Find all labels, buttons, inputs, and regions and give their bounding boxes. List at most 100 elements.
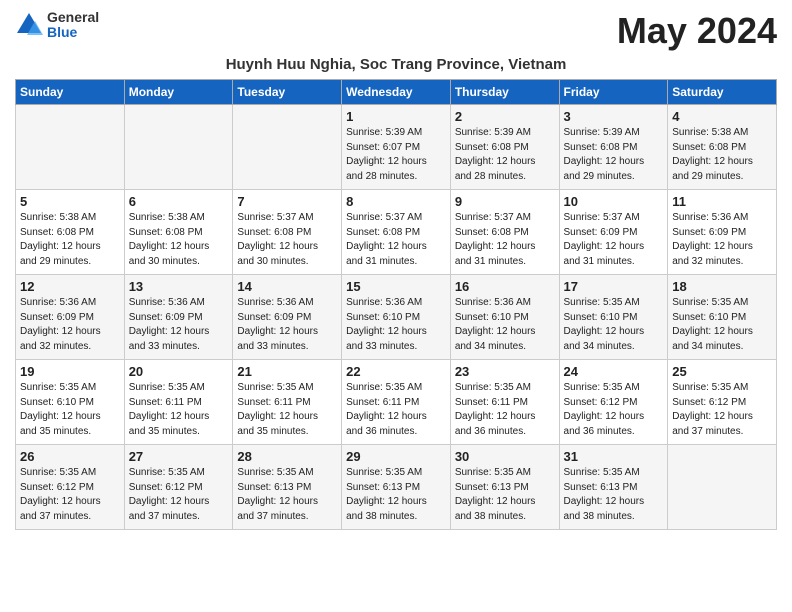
- day-header: Friday: [559, 80, 668, 105]
- day-header: Wednesday: [342, 80, 451, 105]
- day-number: 26: [20, 449, 120, 464]
- day-number: 22: [346, 364, 446, 379]
- day-number: 21: [237, 364, 337, 379]
- day-details: Sunrise: 5:38 AM Sunset: 6:08 PM Dayligh…: [672, 126, 772, 184]
- day-number: 30: [455, 449, 555, 464]
- calendar-table: SundayMondayTuesdayWednesdayThursdayFrid…: [15, 79, 777, 530]
- day-details: Sunrise: 5:35 AM Sunset: 6:13 PM Dayligh…: [237, 466, 337, 524]
- calendar-cell: 15Sunrise: 5:36 AM Sunset: 6:10 PM Dayli…: [342, 275, 451, 360]
- day-number: 11: [672, 194, 772, 209]
- day-number: 5: [20, 194, 120, 209]
- logo-general: General: [47, 10, 99, 25]
- day-number: 13: [129, 279, 229, 294]
- calendar-cell: 20Sunrise: 5:35 AM Sunset: 6:11 PM Dayli…: [124, 360, 233, 445]
- calendar-cell: 5 Sunrise: 5:38 AM Sunset: 6:08 PM Daylig…: [16, 190, 125, 275]
- header: General Blue May 2024: [15, 10, 777, 52]
- day-number: 4: [672, 109, 772, 124]
- calendar-week-row: 19 Sunrise: 5:35 AM Sunset: 6:10 PM Dayli…: [16, 360, 777, 445]
- day-header: Monday: [124, 80, 233, 105]
- day-details: Sunrise: 5:37 AM Sunset: 6:08 PM Dayligh…: [237, 211, 337, 269]
- calendar-week-row: 12Sunrise: 5:36 AM Sunset: 6:09 PM Dayli…: [16, 275, 777, 360]
- calendar-week-row: 1 Sunrise: 5:39 AM Sunset: 6:07 PM Daylig…: [16, 105, 777, 190]
- calendar-cell: 8 Sunrise: 5:37 AM Sunset: 6:08 PM Daylig…: [342, 190, 451, 275]
- calendar-cell: 9 Sunrise: 5:37 AM Sunset: 6:08 PM Daylig…: [450, 190, 559, 275]
- day-details: Sunrise: 5:35 AM Sunset: 6:11 PM Dayligh…: [237, 381, 337, 439]
- day-number: 14: [237, 279, 337, 294]
- calendar-cell: 11 Sunrise: 5:36 AM Sunset: 6:09 PM Dayli…: [668, 190, 777, 275]
- day-header: Thursday: [450, 80, 559, 105]
- day-details: Sunrise: 5:39 AM Sunset: 6:08 PM Dayligh…: [564, 126, 664, 184]
- month-title: May 2024: [617, 10, 777, 52]
- calendar-cell: 10Sunrise: 5:37 AM Sunset: 6:09 PM Dayli…: [559, 190, 668, 275]
- day-details: Sunrise: 5:35 AM Sunset: 6:10 PM Dayligh…: [20, 381, 120, 439]
- calendar-cell: 7Sunrise: 5:37 AM Sunset: 6:08 PM Daylig…: [233, 190, 342, 275]
- calendar-cell: 17Sunrise: 5:35 AM Sunset: 6:10 PM Dayli…: [559, 275, 668, 360]
- day-header: Tuesday: [233, 80, 342, 105]
- day-number: 23: [455, 364, 555, 379]
- calendar-cell: 29 Sunrise: 5:35 AM Sunset: 6:13 PM Dayli…: [342, 445, 451, 530]
- calendar-cell: [668, 445, 777, 530]
- day-header: Sunday: [16, 80, 125, 105]
- day-details: Sunrise: 5:35 AM Sunset: 6:12 PM Dayligh…: [129, 466, 229, 524]
- day-details: Sunrise: 5:35 AM Sunset: 6:12 PM Dayligh…: [20, 466, 120, 524]
- day-number: 9: [455, 194, 555, 209]
- calendar-cell: 26 Sunrise: 5:35 AM Sunset: 6:12 PM Dayli…: [16, 445, 125, 530]
- day-details: Sunrise: 5:36 AM Sunset: 6:10 PM Dayligh…: [455, 296, 555, 354]
- day-number: 1: [346, 109, 446, 124]
- day-details: Sunrise: 5:36 AM Sunset: 6:10 PM Dayligh…: [346, 296, 446, 354]
- day-details: Sunrise: 5:35 AM Sunset: 6:12 PM Dayligh…: [672, 381, 772, 439]
- calendar-cell: 12Sunrise: 5:36 AM Sunset: 6:09 PM Dayli…: [16, 275, 125, 360]
- day-number: 29: [346, 449, 446, 464]
- logo-icon: [15, 11, 43, 39]
- day-details: Sunrise: 5:39 AM Sunset: 6:07 PM Dayligh…: [346, 126, 446, 184]
- day-header: Saturday: [668, 80, 777, 105]
- day-details: Sunrise: 5:36 AM Sunset: 6:09 PM Dayligh…: [20, 296, 120, 354]
- day-number: 10: [564, 194, 664, 209]
- subtitle: Huynh Huu Nghia, Soc Trang Province, Vie…: [15, 56, 777, 73]
- calendar-cell: 24Sunrise: 5:35 AM Sunset: 6:12 PM Dayli…: [559, 360, 668, 445]
- calendar-week-row: 5 Sunrise: 5:38 AM Sunset: 6:08 PM Daylig…: [16, 190, 777, 275]
- day-number: 8: [346, 194, 446, 209]
- day-number: 24: [564, 364, 664, 379]
- calendar-cell: 22 Sunrise: 5:35 AM Sunset: 6:11 PM Dayli…: [342, 360, 451, 445]
- calendar-cell: 4 Sunrise: 5:38 AM Sunset: 6:08 PM Daylig…: [668, 105, 777, 190]
- calendar-cell: 2Sunrise: 5:39 AM Sunset: 6:08 PM Daylig…: [450, 105, 559, 190]
- day-details: Sunrise: 5:35 AM Sunset: 6:13 PM Dayligh…: [346, 466, 446, 524]
- calendar-cell: 6 Sunrise: 5:38 AM Sunset: 6:08 PM Daylig…: [124, 190, 233, 275]
- day-details: Sunrise: 5:35 AM Sunset: 6:13 PM Dayligh…: [564, 466, 664, 524]
- day-number: 16: [455, 279, 555, 294]
- logo: General Blue: [15, 10, 99, 41]
- day-number: 19: [20, 364, 120, 379]
- calendar-cell: 31 Sunrise: 5:35 AM Sunset: 6:13 PM Dayli…: [559, 445, 668, 530]
- day-details: Sunrise: 5:38 AM Sunset: 6:08 PM Dayligh…: [129, 211, 229, 269]
- calendar-cell: 28Sunrise: 5:35 AM Sunset: 6:13 PM Dayli…: [233, 445, 342, 530]
- day-details: Sunrise: 5:38 AM Sunset: 6:08 PM Dayligh…: [20, 211, 120, 269]
- calendar-week-row: 26 Sunrise: 5:35 AM Sunset: 6:12 PM Dayli…: [16, 445, 777, 530]
- day-number: 31: [564, 449, 664, 464]
- calendar-cell: 18 Sunrise: 5:35 AM Sunset: 6:10 PM Dayli…: [668, 275, 777, 360]
- day-details: Sunrise: 5:37 AM Sunset: 6:08 PM Dayligh…: [346, 211, 446, 269]
- day-details: Sunrise: 5:35 AM Sunset: 6:11 PM Dayligh…: [455, 381, 555, 439]
- calendar-cell: [124, 105, 233, 190]
- day-number: 27: [129, 449, 229, 464]
- calendar-cell: [233, 105, 342, 190]
- day-number: 25: [672, 364, 772, 379]
- calendar-cell: 23 Sunrise: 5:35 AM Sunset: 6:11 PM Dayli…: [450, 360, 559, 445]
- day-details: Sunrise: 5:37 AM Sunset: 6:08 PM Dayligh…: [455, 211, 555, 269]
- calendar-cell: 13Sunrise: 5:36 AM Sunset: 6:09 PM Dayli…: [124, 275, 233, 360]
- day-details: Sunrise: 5:36 AM Sunset: 6:09 PM Dayligh…: [672, 211, 772, 269]
- logo-blue: Blue: [47, 25, 99, 40]
- day-number: 17: [564, 279, 664, 294]
- day-details: Sunrise: 5:35 AM Sunset: 6:10 PM Dayligh…: [672, 296, 772, 354]
- day-details: Sunrise: 5:39 AM Sunset: 6:08 PM Dayligh…: [455, 126, 555, 184]
- day-number: 6: [129, 194, 229, 209]
- calendar-cell: 16 Sunrise: 5:36 AM Sunset: 6:10 PM Dayli…: [450, 275, 559, 360]
- calendar-cell: 27 Sunrise: 5:35 AM Sunset: 6:12 PM Dayli…: [124, 445, 233, 530]
- day-number: 3: [564, 109, 664, 124]
- calendar-cell: 3 Sunrise: 5:39 AM Sunset: 6:08 PM Daylig…: [559, 105, 668, 190]
- day-details: Sunrise: 5:36 AM Sunset: 6:09 PM Dayligh…: [237, 296, 337, 354]
- calendar-cell: 30Sunrise: 5:35 AM Sunset: 6:13 PM Dayli…: [450, 445, 559, 530]
- day-number: 18: [672, 279, 772, 294]
- day-details: Sunrise: 5:35 AM Sunset: 6:11 PM Dayligh…: [346, 381, 446, 439]
- day-number: 20: [129, 364, 229, 379]
